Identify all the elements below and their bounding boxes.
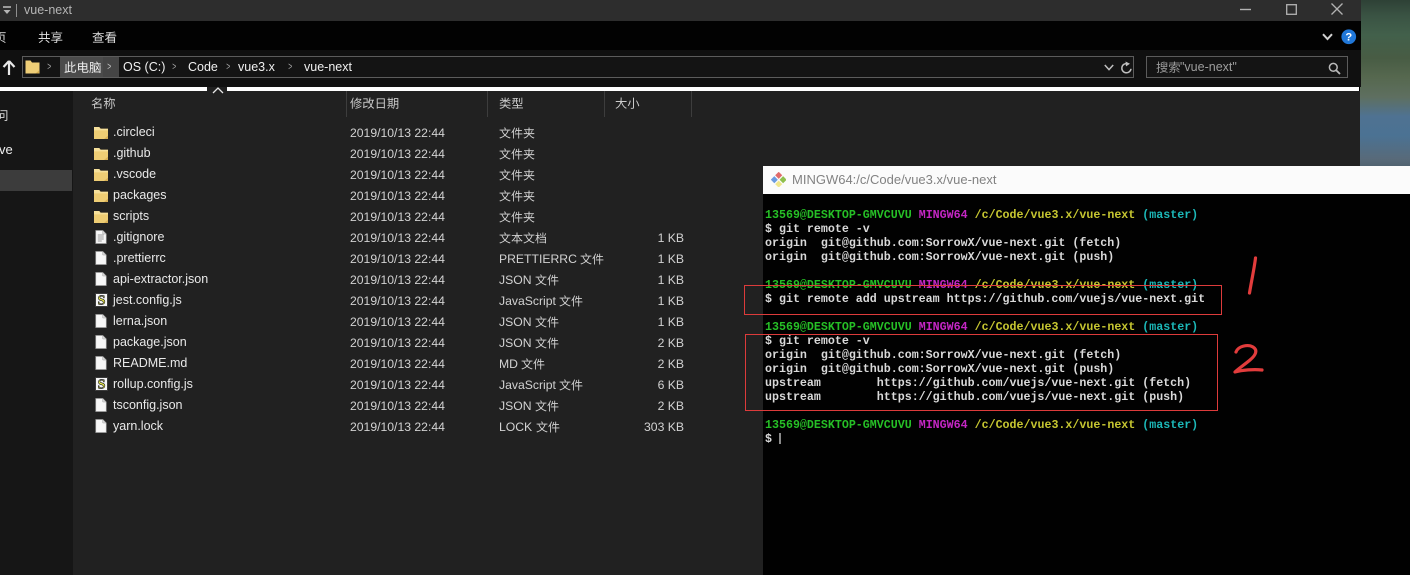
svg-text:S: S — [97, 294, 105, 308]
svg-text:S: S — [97, 378, 105, 392]
svg-text:?: ? — [1345, 32, 1352, 44]
